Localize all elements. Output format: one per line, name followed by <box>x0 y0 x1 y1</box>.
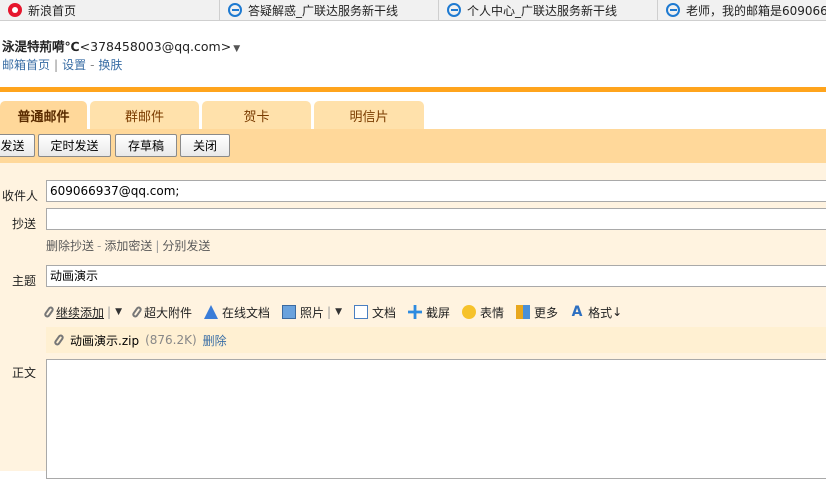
account-email: <378458003@qq.com> <box>79 39 232 54</box>
subject-field[interactable]: 动画演示 <box>46 265 826 287</box>
large-attachment-label: 超大附件 <box>143 305 192 320</box>
paperclip-icon <box>43 305 55 319</box>
ie-icon <box>666 3 680 17</box>
screenshot-icon <box>408 305 423 319</box>
link-separator: | <box>155 239 160 253</box>
browser-tab-label: 答疑解惑_广联达服务新干线 <box>248 3 399 18</box>
attachment-name: 动画演示.zip <box>70 333 140 348</box>
account-links: 邮箱首页 | 设置 - 换肤 <box>2 56 122 73</box>
photo-label: 照片 <box>300 305 325 320</box>
smiley-icon <box>462 305 477 319</box>
online-doc-label: 在线文档 <box>222 305 271 320</box>
mailbox-home-link[interactable]: 邮箱首页 <box>2 58 50 72</box>
large-attachment-button[interactable]: 超大附件 <box>131 304 192 321</box>
accent-divider <box>0 87 826 92</box>
compose-form: 收件人 609066937@qq.com; 抄送 删除抄送 - 添加密送 | 分别发送 … <box>0 163 826 479</box>
add-bcc-link[interactable]: 添加密送 <box>104 239 152 253</box>
online-doc-button[interactable]: 在线文档 <box>204 304 270 321</box>
link-separator: - <box>97 239 102 253</box>
browser-tab-strip: 新浪首页 答疑解惑_广联达服务新干线 个人中心_广联达服务新干线 老师，我的邮箱… <box>0 0 826 21</box>
divider: | <box>107 305 112 319</box>
emoji-label: 表情 <box>480 305 505 320</box>
ie-icon <box>447 3 461 17</box>
browser-tab-label: 新浪首页 <box>28 3 77 18</box>
change-skin-link[interactable]: 换肤 <box>98 58 122 72</box>
tab-greeting-card[interactable]: 贺卡 <box>202 101 311 129</box>
tab-group-mail[interactable]: 群邮件 <box>90 101 199 129</box>
continue-add-label: 继续添加 <box>56 305 105 320</box>
document-icon <box>354 305 368 319</box>
more-button[interactable]: 更多 <box>516 304 558 321</box>
grid-icon <box>516 305 531 319</box>
settings-link[interactable]: 设置 <box>62 58 86 72</box>
to-label: 收件人 <box>2 189 39 203</box>
attachment-item: 动画演示.zip (876.2K) 删除 <box>46 327 826 353</box>
separate-send-link[interactable]: 分别发送 <box>162 239 210 253</box>
body-editor[interactable] <box>46 359 826 479</box>
attachment-toolbar: 继续添加 | ▼ 超大附件 在线文档 照片 | ▼ 文档 截屏 表情 更多 A … <box>43 303 634 321</box>
photo-button[interactable]: 照片 | ▼ <box>282 304 342 321</box>
timed-send-button[interactable]: 定时发送 <box>38 134 111 157</box>
chevron-down-icon[interactable]: ▼ <box>233 44 240 54</box>
emoji-button[interactable]: 表情 <box>462 304 504 321</box>
browser-tab-qa[interactable]: 答疑解惑_广联达服务新干线 <box>220 0 439 20</box>
document-label: 文档 <box>372 305 397 320</box>
account-header[interactable]: 泳湜特荊嗬℃<378458003@qq.com> ▼ <box>2 36 240 55</box>
paperclip-icon <box>131 305 143 319</box>
paperclip-icon <box>53 333 65 347</box>
save-draft-button[interactable]: 存草稿 <box>115 134 177 157</box>
chevron-down-icon[interactable]: ▼ <box>335 307 342 317</box>
browser-tab-question[interactable]: 老师，我的邮箱是609066 <box>658 0 826 20</box>
send-button[interactable]: 发送 <box>0 134 35 157</box>
screenshot-button[interactable]: 截屏 <box>408 304 450 321</box>
subject-label: 主题 <box>12 274 37 288</box>
screenshot-label: 截屏 <box>426 305 451 320</box>
weibo-icon <box>8 3 22 17</box>
format-label: 格式 <box>588 305 613 320</box>
remove-cc-link[interactable]: 删除抄送 <box>46 239 94 253</box>
browser-tab-personal[interactable]: 个人中心_广联达服务新干线 <box>439 0 658 20</box>
share-icon <box>204 305 218 319</box>
browser-tab-sina[interactable]: 新浪首页 <box>0 0 220 20</box>
document-button[interactable]: 文档 <box>354 304 396 321</box>
divider: | <box>327 305 332 319</box>
link-separator: - <box>90 58 95 72</box>
to-field[interactable]: 609066937@qq.com; <box>46 180 826 202</box>
tab-normal-mail[interactable]: 普通邮件 <box>0 101 87 129</box>
more-label: 更多 <box>534 305 559 320</box>
attachment-size: (876.2K) <box>145 333 197 347</box>
cc-options: 删除抄送 - 添加密送 | 分别发送 <box>46 237 210 254</box>
link-separator: | <box>54 58 59 72</box>
tab-postcard[interactable]: 明信片 <box>314 101 424 129</box>
compose-toolbar: 发送 定时发送 存草稿 关闭 <box>0 129 826 163</box>
close-button[interactable]: 关闭 <box>180 134 230 157</box>
browser-tab-label: 老师，我的邮箱是609066 <box>686 3 826 18</box>
font-icon: A <box>571 304 583 320</box>
browser-tab-label: 个人中心_广联达服务新干线 <box>467 3 618 18</box>
account-nickname: 泳湜特荊嗬℃ <box>2 39 80 54</box>
format-arrow: ↓ <box>612 305 623 319</box>
chevron-down-icon[interactable]: ▼ <box>115 307 122 317</box>
attachment-delete-link[interactable]: 删除 <box>203 332 227 349</box>
cc-label: 抄送 <box>12 217 37 231</box>
body-label: 正文 <box>12 366 37 380</box>
photo-icon <box>282 305 297 319</box>
format-button[interactable]: A 格式 ↓ <box>570 304 623 321</box>
continue-add-button[interactable]: 继续添加 | ▼ <box>43 304 122 321</box>
ie-icon <box>228 3 242 17</box>
cc-field[interactable] <box>46 208 826 230</box>
